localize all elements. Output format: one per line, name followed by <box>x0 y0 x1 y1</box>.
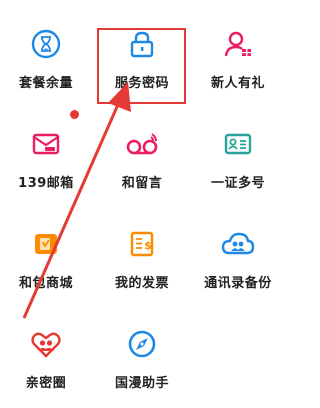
tile-package-balance[interactable]: 套餐余量 <box>0 8 92 94</box>
tile-label: 新人有礼 <box>210 76 265 91</box>
user-gift-icon <box>220 26 256 62</box>
tile-voicemail[interactable]: 和留言 <box>96 108 188 194</box>
tile-hebao-mall[interactable]: 和包商城 <box>0 208 92 294</box>
tile-multi-number[interactable]: 一证多号 <box>192 108 284 194</box>
heart-people-icon <box>28 326 64 362</box>
tile-intimate-circle[interactable]: 亲密圈 <box>0 308 92 394</box>
mail-icon <box>28 126 64 162</box>
tile-label: 和留言 <box>121 176 163 191</box>
tile-contacts-backup[interactable]: 通讯录备份 <box>192 208 284 294</box>
tile-label: 套餐余量 <box>18 76 73 91</box>
tile-label: 一证多号 <box>210 176 265 191</box>
tile-label: 139邮箱 <box>18 176 74 191</box>
tile-label: 国漫助手 <box>114 376 169 391</box>
compass-icon <box>124 326 160 362</box>
tile-newcomer-gift[interactable]: 新人有礼 <box>192 8 284 94</box>
notification-dot <box>70 110 79 119</box>
wallet-icon <box>28 226 64 262</box>
hourglass-icon <box>28 26 64 62</box>
tile-139-mail[interactable]: 139邮箱 <box>0 108 92 194</box>
invoice-icon: $ <box>124 226 160 262</box>
tile-comic-assistant[interactable]: 国漫助手 <box>96 308 188 394</box>
svg-text:$: $ <box>144 239 152 252</box>
tile-label: 亲密圈 <box>25 376 67 391</box>
id-card-icon <box>220 126 256 162</box>
tile-label: 通讯录备份 <box>204 276 272 291</box>
tile-label: 和包商城 <box>18 276 73 291</box>
tile-my-invoice[interactable]: $ 我的发票 <box>96 208 188 294</box>
tile-label: 我的发票 <box>114 276 169 291</box>
voicemail-icon <box>124 126 160 162</box>
highlight-box <box>97 28 186 104</box>
cloud-contacts-icon <box>220 226 256 262</box>
